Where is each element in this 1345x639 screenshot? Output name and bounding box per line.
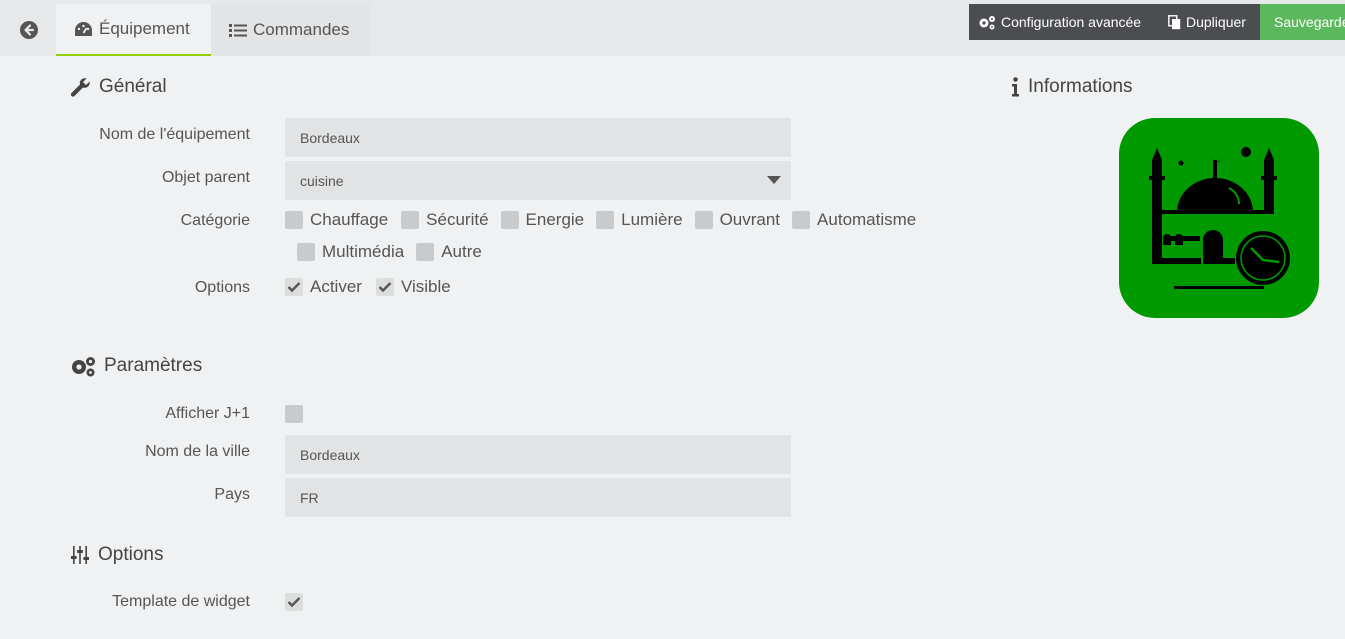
category-ouvrant[interactable]: Ouvrant [694,210,781,230]
option-activer-label: Activer [310,277,362,296]
afficher-j1-label: Afficher J+1 [165,405,250,422]
advanced-config-label: Configuration avancée [1001,14,1142,30]
tab-equipement-label: Équipement [99,19,190,38]
pays-input[interactable]: FR [285,478,791,517]
tab-commandes-label: Commandes [253,20,350,39]
category-autre-checkbox[interactable] [416,243,435,261]
category-lumiere-label: Lumière [621,210,683,229]
name-input[interactable]: Bordeaux [285,118,791,157]
category-automatisme[interactable]: Automatisme [792,210,916,230]
save-button[interactable]: Sauvegarder [1260,4,1345,40]
ville-label: Nom de la ville [145,443,250,460]
parent-select[interactable]: cuisine [285,161,791,200]
option-visible-label: Visible [400,277,451,296]
parent-value: cuisine [300,172,344,189]
category-row-1: Chauffage Sécurité Energie Lumière Ouvra… [285,210,928,230]
category-energie-checkbox[interactable] [500,211,519,229]
wrench-icon [70,77,90,97]
section-options-label: Options [98,544,164,565]
section-parametres-title: Paramètres [70,355,202,377]
afficher-j1-checkbox[interactable] [285,405,303,423]
check-icon [287,597,301,608]
section-general-label: Général [99,76,167,97]
tab-commandes[interactable]: Commandes [211,4,370,56]
category-automatisme-checkbox[interactable] [792,211,811,229]
category-chauffage-checkbox[interactable] [285,211,303,229]
category-chauffage[interactable]: Chauffage [285,210,388,230]
category-lumiere-checkbox[interactable] [596,211,615,229]
section-informations-title: Informations [1011,76,1133,98]
back-button[interactable] [4,4,54,56]
caret-down-icon [767,176,781,184]
cogs-icon [72,356,95,376]
options-label: Options [194,279,250,296]
tab-equipement[interactable]: Équipement [56,4,211,56]
template-widget-label: Template de widget [112,593,250,610]
pays-label: Pays [214,486,250,503]
plugin-logo [1119,118,1319,318]
category-energie[interactable]: Energie [500,210,585,230]
category-ouvrant-checkbox[interactable] [694,211,713,229]
category-automatisme-label: Automatisme [817,210,917,229]
copy-icon [1168,14,1181,29]
option-visible-checkbox[interactable] [375,278,394,296]
option-activer-checkbox[interactable] [285,278,303,296]
parent-label: Objet parent [161,169,250,186]
section-general-title: Général [70,76,167,98]
save-label: Sauvegarder [1274,14,1345,30]
options-row: Activer Visible [285,277,463,297]
action-buttons: Configuration avancée Dupliquer Sauvegar… [969,4,1345,40]
template-widget-checkbox[interactable] [285,593,303,611]
arrow-circle-left-icon [20,21,38,39]
section-parametres-label: Paramètres [104,355,203,376]
duplicate-label: Dupliquer [1186,14,1246,30]
category-multimedia-checkbox[interactable] [297,243,315,261]
check-icon [378,282,392,293]
option-activer[interactable]: Activer [285,277,362,297]
category-autre-label: Autre [441,242,482,261]
category-lumiere[interactable]: Lumière [596,210,683,230]
category-multimedia-label: Multimédia [322,242,405,261]
category-row-2: Multimédia Autre [297,242,494,262]
duplicate-button[interactable]: Dupliquer [1162,4,1260,40]
tab-bar: Équipement Commandes Configuration avanc… [0,0,1345,56]
check-icon [287,282,301,293]
cogs-icon [979,15,995,29]
sliders-icon [71,546,89,564]
ville-input[interactable]: Bordeaux [285,435,791,474]
category-securite-checkbox[interactable] [401,211,420,229]
list-icon [229,23,247,37]
category-chauffage-label: Chauffage [310,210,389,229]
category-autre[interactable]: Autre [416,242,482,262]
category-multimedia[interactable]: Multimédia [297,242,404,262]
ville-value: Bordeaux [300,446,360,463]
category-securite[interactable]: Sécurité [401,210,489,230]
option-visible[interactable]: Visible [375,277,451,297]
name-label: Nom de l'équipement [99,126,250,143]
name-value: Bordeaux [300,129,360,146]
template-widget-row [285,593,310,611]
mosque-clock-icon [1149,147,1290,289]
category-label: Catégorie [180,212,250,229]
category-ouvrant-label: Ouvrant [719,210,781,229]
dashboard-icon [75,22,92,36]
advanced-config-button[interactable]: Configuration avancée [969,4,1162,40]
category-securite-label: Sécurité [426,210,489,229]
pays-value: FR [300,489,319,506]
afficher-j1-row [285,405,310,423]
category-energie-label: Energie [525,210,585,229]
section-options-title: Options [70,544,163,566]
section-informations-label: Informations [1028,76,1133,97]
info-icon [1012,77,1019,97]
